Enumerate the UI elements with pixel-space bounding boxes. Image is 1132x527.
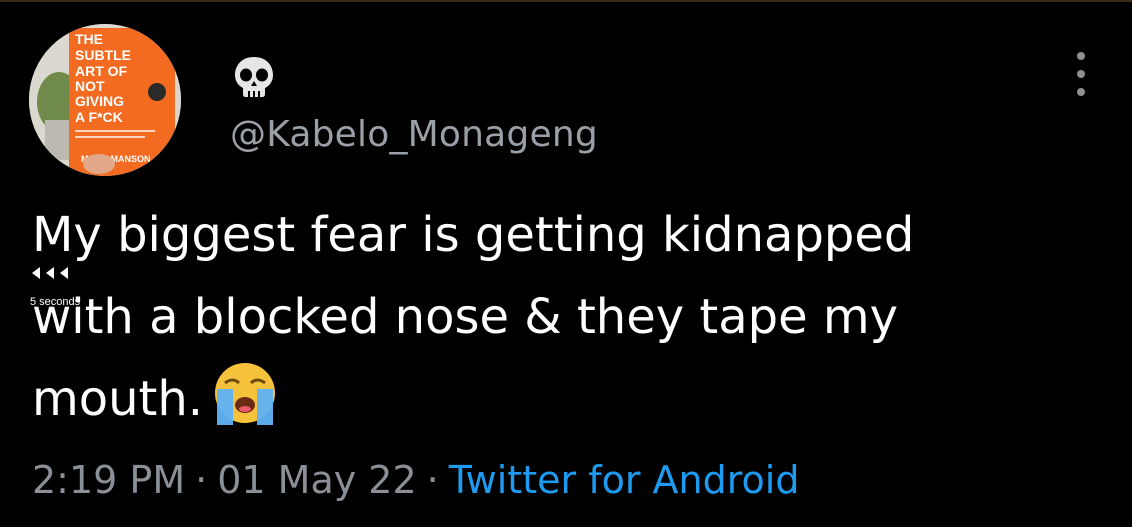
rewind-seconds-label: 5 seconds <box>30 296 81 308</box>
avatar-book-line-3: ART OF <box>75 63 128 79</box>
tweet-text-line-1: My biggest fear is getting kidnapped <box>32 207 915 263</box>
avatar-book-line-5: GIVING <box>75 93 124 109</box>
tweet-time: 2:19 PM <box>32 458 186 502</box>
tweet-text-line-2: with a blocked nose & they tape my <box>32 289 899 345</box>
menu-dot <box>1077 52 1085 60</box>
profile-avatar[interactable]: THE SUBTLE ART OF NOT GIVING A F*CK MARK… <box>29 24 181 176</box>
tweet-text: My biggest fear is getting kidnapped wit… <box>32 194 1112 440</box>
avatar-book-line-1: THE <box>75 31 103 47</box>
menu-dot <box>1077 70 1085 78</box>
meta-separator: · <box>195 458 208 502</box>
meta-separator: · <box>426 458 439 502</box>
menu-dot <box>1077 88 1085 96</box>
loudly-crying-face-icon <box>211 359 279 427</box>
rewind-icon[interactable] <box>30 263 90 283</box>
tweet-date: 01 May 22 <box>217 458 417 502</box>
tweet-source-link[interactable]: Twitter for Android <box>449 458 800 502</box>
avatar-book-line-4: NOT <box>75 78 105 94</box>
skull-icon <box>230 54 278 102</box>
more-vertical-icon[interactable] <box>1066 52 1096 96</box>
tweet-text-line-3: mouth. <box>32 371 204 427</box>
avatar-book-line-2: SUBTLE <box>75 47 131 63</box>
avatar-book-line-6: A F*CK <box>75 109 123 125</box>
top-border <box>0 0 1132 2</box>
user-handle[interactable]: @Kabelo_Monageng <box>230 114 598 155</box>
tweet-meta: 2:19 PM · 01 May 22 · Twitter for Android <box>32 458 799 502</box>
